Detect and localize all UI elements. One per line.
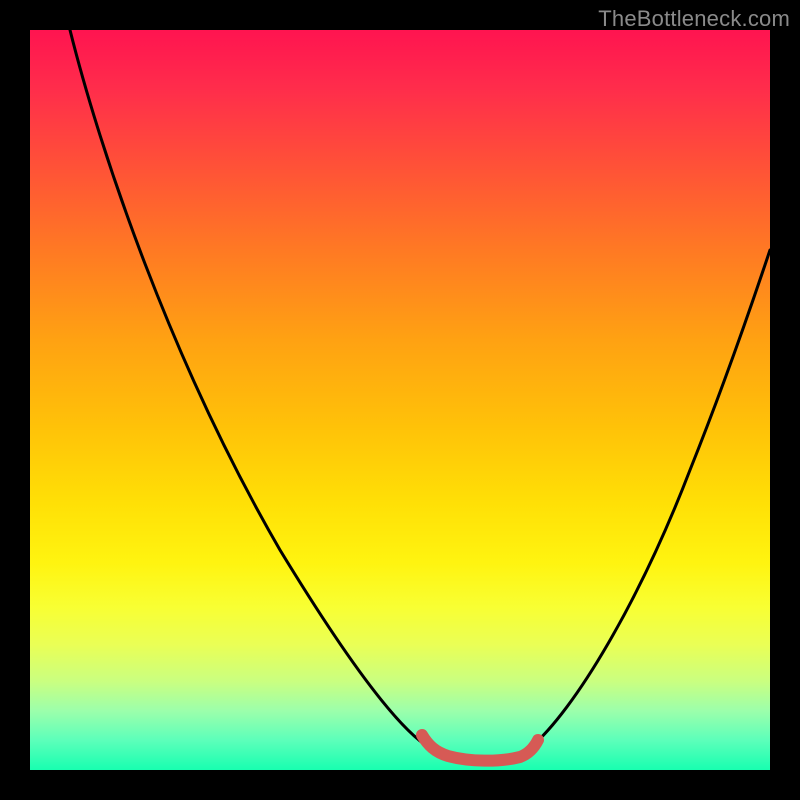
- plot-area: [30, 30, 770, 770]
- trough-highlight-curve: [422, 735, 538, 761]
- left-branch-curve: [70, 30, 430, 748]
- chart-frame: TheBottleneck.com: [0, 0, 800, 800]
- watermark-text: TheBottleneck.com: [598, 6, 790, 32]
- curve-overlay: [30, 30, 770, 770]
- right-branch-curve: [530, 250, 770, 748]
